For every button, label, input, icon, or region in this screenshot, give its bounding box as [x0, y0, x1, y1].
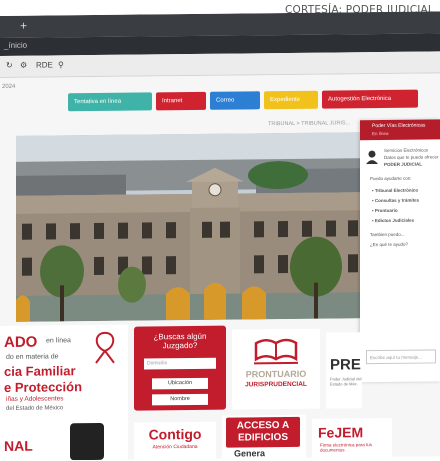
nav-button-tentativa[interactable]: Tentativa en línea [68, 92, 152, 112]
chat-message-line: Servicios Electrónicos [384, 147, 429, 153]
fejem-subtitle: Firma electrónica para tus documentos [320, 442, 373, 453]
breadcrumb: TRIBUNAL > TRIBUNAL JURIS... [268, 120, 351, 128]
nav-button-intranet[interactable]: Intranet [156, 91, 206, 111]
search-by-name-button[interactable]: Nombre [152, 393, 208, 406]
chat-message-line: Datos que te puedo ofrecer [384, 154, 439, 160]
chat-message-line: PODER JUDICIAL [384, 161, 423, 167]
banner-contigo[interactable]: Contigo Atención Ciudadana [134, 421, 216, 460]
bookmark-item[interactable]: RDE [36, 60, 53, 69]
juzgado-search-input[interactable]: Domicilio [144, 357, 216, 370]
acceso-line: EDIFICIOS [237, 431, 288, 444]
banner-line: cia Familiar [4, 363, 76, 379]
fejem-title: FeJEM [318, 424, 364, 441]
nav-button-correo[interactable]: Correo [210, 91, 260, 110]
open-book-icon [254, 338, 298, 365]
banner-line: ADO [4, 333, 38, 351]
contigo-title: Contigo [148, 425, 202, 443]
chat-option[interactable]: • Prontuario [372, 208, 398, 213]
juzgado-search-title: ¿Buscas algún Juzgado? [153, 331, 207, 351]
banner-line: del Estado de México [6, 405, 64, 412]
nav-button-autogestion[interactable]: Autogestión Electrónica [322, 89, 418, 109]
acceso-badge: ACCESO A EDIFICIOS [226, 416, 300, 448]
acceso-line: Genera [234, 448, 266, 459]
web-page: 2024 Tentativa en línea Intranet Correo … [0, 73, 440, 461]
new-tab-button[interactable]: + [20, 19, 27, 33]
chat-widget[interactable]: Poder Vías Electrónicas En línea Servici… [360, 119, 440, 383]
monitor-photo: + _ínicio ↻ ⚙ RDE ⚲ 2024 Tentativa en lí… [0, 11, 440, 461]
prontuario-subtitle: JURISPRUDENCIAL [245, 380, 307, 389]
chat-message-line: Puedo ayudarte con: [370, 175, 412, 182]
chat-message-line: ¿En qué te ayudo? [370, 241, 409, 248]
nav-button-expediente[interactable]: Expediente [264, 90, 318, 110]
back-icon[interactable]: ↻ [6, 61, 13, 70]
ribbon-icon [95, 331, 115, 364]
nav-button-label: Intranet [162, 98, 183, 105]
chat-option[interactable]: • Consultas y trámites [372, 198, 419, 203]
chat-message-line: Tambien puedo... [370, 231, 405, 238]
chat-option[interactable]: • Edictos Judiciales [372, 218, 414, 223]
phone-icon [70, 422, 104, 461]
banner-prontuario[interactable]: PRONTUARIO JURISPRUDENCIAL [232, 328, 320, 410]
banner-line: do en materia de [6, 353, 59, 361]
pin-icon[interactable]: ⚲ [58, 60, 64, 69]
chat-title: Poder Vías Electrónicas [372, 122, 426, 130]
banner-line: iñas y Adolescentes [6, 395, 64, 403]
pre-caption: Poder Judicial del Estado de Méx. [330, 376, 362, 387]
nav-button-label: Tentativa en línea [74, 98, 122, 106]
chat-option[interactable]: • Tribunal Electrónico [372, 188, 418, 193]
nav-button-label: Correo [216, 97, 235, 104]
nav-button-label: Expediente [270, 96, 301, 104]
juzgado-search-box: ¿Buscas algún Juzgado? Domicilio Ubicaci… [134, 325, 226, 411]
banner-line: e Protección [4, 379, 83, 395]
banner-pre[interactable]: PRE Poder Judicial del Estado de Méx. [326, 332, 362, 409]
banner-acceso-edificios[interactable]: ACCESO A EDIFICIOS Genera [222, 414, 306, 459]
banner-line: NAL [4, 437, 33, 454]
prontuario-title: PRONTUARIO [245, 368, 307, 380]
url-text: _ínicio [4, 40, 28, 50]
banner-familiar[interactable]: ADO en línea do en materia de cia Famili… [0, 324, 128, 432]
pre-title: PRE [330, 356, 361, 374]
hero-building-photo [16, 132, 360, 322]
contigo-subtitle: Atención Ciudadana [152, 443, 198, 451]
acceso-line: ACCESO A [236, 419, 290, 432]
extension-icon[interactable]: ⚙ [20, 61, 27, 70]
chat-header[interactable]: Poder Vías Electrónicas En línea [360, 119, 440, 141]
nav-button-label: Autogestión Electrónica [328, 95, 392, 103]
banner-fejem[interactable]: FeJEM Firma electrónica para tus documen… [312, 417, 392, 458]
banner-bottom-left[interactable]: NAL [0, 420, 128, 461]
bot-avatar-icon [366, 150, 378, 165]
search-by-location-button[interactable]: Ubicación [152, 377, 208, 390]
page-year: 2024 [2, 83, 16, 90]
banner-line: en línea [46, 337, 71, 345]
chat-status: En línea [372, 130, 389, 137]
chat-input[interactable]: Escribe aquí tu mensaje... [366, 349, 436, 365]
